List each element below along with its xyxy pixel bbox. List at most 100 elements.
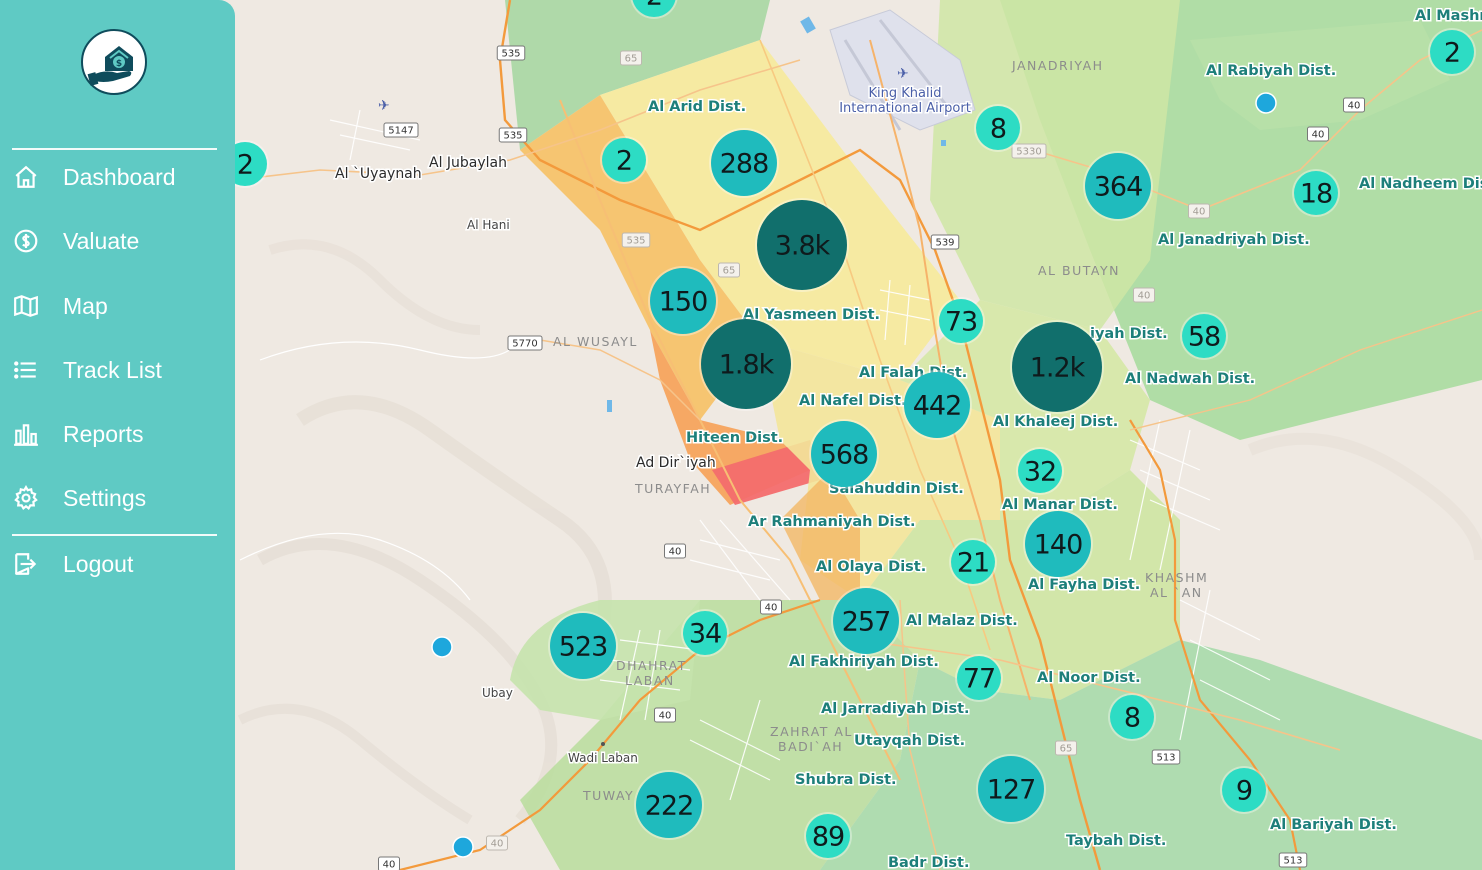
district-label[interactable]: Al Fakhiriyah Dist. <box>788 653 941 672</box>
cluster-count: 9 <box>1236 776 1252 807</box>
sidebar-item-label: Map <box>63 292 108 319</box>
cluster-marker[interactable]: 127 <box>976 754 1046 824</box>
cluster-count: 127 <box>987 775 1036 806</box>
district-label[interactable]: Al Nafel Dist. <box>798 392 908 411</box>
road-shield-label: 40 <box>491 839 504 850</box>
cluster-count: 1.8k <box>719 350 775 381</box>
sidebar-item-valuate[interactable]: Valuate <box>12 221 222 261</box>
road-shield-label: 513 <box>1283 856 1302 867</box>
district-label[interactable]: Al Bariyah Dist. <box>1269 816 1399 835</box>
cluster-count: 257 <box>842 607 891 638</box>
road-shield-label: 5147 <box>388 126 413 137</box>
road-shield: 65 <box>1055 740 1077 756</box>
district-label[interactable]: Al Arid Dist. <box>647 98 748 117</box>
cluster-marker[interactable]: 58 <box>1180 312 1228 360</box>
cluster-count: 8 <box>990 114 1006 145</box>
road-shield-label: 40 <box>669 547 682 558</box>
airport-name-line2: International Airport <box>839 101 971 116</box>
cluster-marker[interactable]: 442 <box>902 370 972 440</box>
area-label: JANADRIYAH <box>1011 58 1104 73</box>
cluster-marker[interactable]: 257 <box>831 586 901 656</box>
cluster-marker[interactable]: 3.8k <box>755 198 849 292</box>
cluster-marker[interactable]: 364 <box>1083 151 1153 221</box>
cluster-marker[interactable]: 523 <box>548 611 618 681</box>
district-label[interactable]: Hiteen Dist. <box>685 429 785 448</box>
road-shield-label: 40 <box>765 603 778 614</box>
cluster-marker[interactable]: 77 <box>955 654 1003 702</box>
district-label[interactable]: iyah Dist. <box>1089 325 1170 344</box>
place-label: Ad Dir`iyah <box>636 455 716 471</box>
district-label[interactable]: Badr Dist. <box>887 854 972 870</box>
cluster-count: 523 <box>559 632 608 663</box>
road-shield: 40 <box>664 543 686 559</box>
cluster-marker[interactable]: 8 <box>1108 693 1156 741</box>
district-label[interactable]: Al Janadriyah Dist. <box>1157 231 1312 250</box>
cluster-count: 3.8k <box>775 231 831 262</box>
airstrip-icon: ✈ <box>378 98 390 114</box>
cluster-count: 18 <box>1300 179 1332 210</box>
district-label[interactable]: Al Fayha Dist. <box>1027 576 1142 595</box>
sidebar-item-track-list[interactable]: Track List <box>12 350 222 390</box>
cluster-marker[interactable]: 8 <box>974 104 1022 152</box>
district-label[interactable]: Al Nadwah Dist. <box>1124 370 1257 389</box>
road-shield: 65 <box>718 262 740 278</box>
sidebar-item-dashboard[interactable]: Dashboard <box>12 157 222 197</box>
cluster-marker[interactable]: 1.2k <box>1010 320 1104 414</box>
cluster-marker[interactable]: 32 <box>1016 447 1064 495</box>
cluster-marker[interactable]: 288 <box>709 128 779 198</box>
property-point[interactable] <box>1255 92 1277 114</box>
cluster-marker[interactable]: 1.8k <box>699 317 793 411</box>
cluster-marker[interactable]: 9 <box>1220 766 1268 814</box>
property-point[interactable] <box>452 836 474 858</box>
cluster-marker[interactable]: 89 <box>804 812 852 860</box>
road-shield-label: 40 <box>1138 291 1151 302</box>
road-shield-label: 40 <box>1312 130 1325 141</box>
area-label: KHASHM <box>1145 570 1208 585</box>
sidebar-item-settings[interactable]: Settings <box>12 478 222 518</box>
cluster-count: 2 <box>646 0 662 12</box>
district-label[interactable]: Al Jarradiyah Dist. <box>820 700 972 719</box>
logout-button[interactable]: Logout <box>12 544 222 584</box>
district-label[interactable]: Al Olaya Dist. <box>815 558 928 577</box>
road-shield: 40 <box>378 856 400 870</box>
area-label: DHAHRAT <box>616 658 687 673</box>
road-shield-label: 40 <box>1348 101 1361 112</box>
district-label[interactable]: Ar Rahmaniyah Dist. <box>747 513 918 532</box>
road-shield: 5330 <box>1011 143 1047 159</box>
cluster-marker[interactable]: 2 <box>1428 28 1476 76</box>
logout-label: Logout <box>63 550 134 577</box>
district-label[interactable]: Al Noor Dist. <box>1036 669 1143 688</box>
area-label: TUWAY <box>582 788 634 803</box>
cluster-marker[interactable]: 568 <box>809 419 879 489</box>
district-label[interactable]: Al Rabiyah Dist. <box>1205 62 1338 81</box>
cluster-marker[interactable]: 34 <box>681 609 729 657</box>
district-label[interactable]: Al Nadheem Dis <box>1358 175 1482 194</box>
cluster-count: 140 <box>1034 530 1083 561</box>
district-label[interactable]: Utayqah Dist. <box>853 732 967 751</box>
sidebar: $ Dashboard Valuate Map Track List Repor… <box>0 0 235 870</box>
cluster-marker[interactable]: 222 <box>634 770 704 840</box>
cluster-count: 34 <box>689 619 721 650</box>
cluster-marker[interactable]: 150 <box>648 266 718 336</box>
cluster-marker[interactable]: 18 <box>1292 169 1340 217</box>
cluster-marker[interactable]: 73 <box>937 297 985 345</box>
district-label[interactable]: Al Malaz Dist. <box>905 612 1020 631</box>
place-label: Al Hani <box>467 218 510 232</box>
area-label: AL WUSAYL <box>553 334 638 349</box>
district-label[interactable]: Taybah Dist. <box>1065 832 1168 851</box>
cluster-marker[interactable]: 140 <box>1023 509 1093 579</box>
district-label[interactable]: Al Mashr <box>1414 7 1482 26</box>
cluster-marker[interactable]: 21 <box>949 538 997 586</box>
app-logo[interactable]: $ <box>81 29 147 95</box>
sidebar-item-map[interactable]: Map <box>12 286 222 326</box>
district-label[interactable]: Al Khaleej Dist. <box>992 413 1120 432</box>
road-shield-label: 539 <box>935 238 954 249</box>
cluster-count: 58 <box>1188 322 1220 353</box>
property-point[interactable] <box>431 636 453 658</box>
district-label[interactable]: Shubra Dist. <box>794 771 899 790</box>
road-shield: 40 <box>1133 287 1155 303</box>
cluster-marker[interactable]: 2 <box>600 136 648 184</box>
home-icon <box>12 163 40 191</box>
sidebar-item-reports[interactable]: Reports <box>12 414 222 454</box>
road-shield: 40 <box>1188 203 1210 219</box>
